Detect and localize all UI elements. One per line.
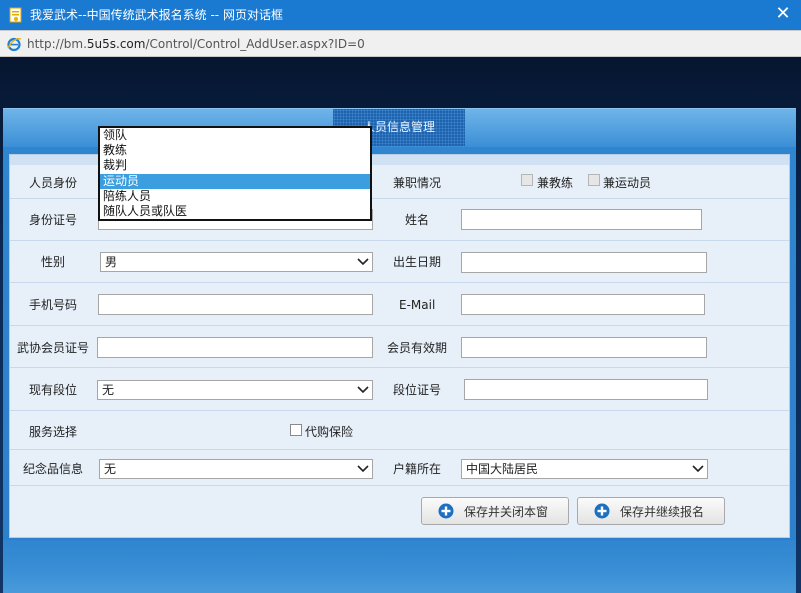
role-label: 人员身份 [29,176,77,190]
row-divider [10,449,789,450]
role-option[interactable]: 陪练人员 [100,189,370,204]
name-input[interactable] [461,209,702,230]
household-value: 中国大陆居民 [466,462,538,476]
role-option[interactable]: 随队人员或队医 [100,204,370,219]
chevron-down-icon [357,386,369,394]
role-option[interactable]: 领队 [100,128,370,143]
role-option[interactable]: 裁判 [100,158,370,173]
role-option[interactable]: 教练 [100,143,370,158]
row-divider [10,325,789,326]
save-close-label: 保存并关闭本窗 [464,505,548,519]
member-no-label: 武协会员证号 [17,341,89,355]
souvenir-value: 无 [104,462,116,476]
row-divider [10,282,789,283]
tab-label: 人员信息管理 [363,120,435,134]
plus-circle-icon [594,503,610,519]
phone-input[interactable] [98,294,373,315]
gender-select[interactable]: 男 [100,252,373,272]
role-dropdown-list[interactable]: 领队 教练 裁判 运动员 陪练人员 随队人员或队医 [98,126,372,221]
url-text: http://bm.5u5s.com/Control/Control_AddUs… [27,37,365,51]
plus-circle-icon [438,503,454,519]
rank-label: 现有段位 [29,383,77,397]
role-option-selected[interactable]: 运动员 [100,174,370,189]
birth-label: 出生日期 [393,255,441,269]
souvenir-label: 纪念品信息 [23,462,83,476]
member-expiry-input[interactable] [461,337,707,358]
service-label: 服务选择 [29,425,77,439]
row-divider [10,410,789,411]
parttime-coach-label: 兼教练 [537,176,573,190]
panel-bottom [3,540,796,593]
member-no-input[interactable] [97,337,373,358]
rank-select[interactable]: 无 [97,380,373,400]
save-continue-label: 保存并继续报名 [620,505,704,519]
household-select[interactable]: 中国大陆居民 [461,459,708,479]
window-title: 我爱武术--中国传统武术报名系统 -- 网页对话框 [30,8,283,22]
email-label: E-Mail [399,298,435,312]
save-continue-button[interactable]: 保存并继续报名 [577,497,725,525]
gender-value: 男 [105,255,117,269]
id-label: 身份证号 [29,213,77,227]
birth-date-input[interactable] [461,252,707,273]
parttime-athlete-checkbox[interactable] [588,174,600,186]
household-label: 户籍所在 [393,462,441,476]
gender-label: 性别 [41,255,65,269]
rank-cert-label: 段位证号 [393,383,441,397]
parttime-athlete-label: 兼运动员 [603,176,651,190]
email-input[interactable] [461,294,705,315]
page-icon [8,7,24,23]
window-titlebar: 我爱武术--中国传统武术报名系统 -- 网页对话框 ✕ [0,0,801,30]
url-prefix: http://bm. [27,37,87,51]
ie-icon [6,36,22,52]
insurance-checkbox[interactable] [290,424,302,436]
row-divider [10,367,789,368]
parttime-coach-checkbox[interactable] [521,174,533,186]
save-close-button[interactable]: 保存并关闭本窗 [421,497,569,525]
souvenir-select[interactable]: 无 [99,459,373,479]
row-divider [10,485,789,486]
url-path: /Control/Control_AddUser.aspx?ID=0 [145,37,364,51]
chevron-down-icon [357,465,369,473]
url-domain: 5u5s.com [87,37,146,51]
member-expiry-label: 会员有效期 [387,341,447,355]
insurance-label: 代购保险 [305,425,353,439]
rank-value: 无 [102,383,114,397]
address-bar: http://bm.5u5s.com/Control/Control_AddUs… [0,30,801,57]
parttime-label: 兼职情况 [393,176,441,190]
phone-label: 手机号码 [29,298,77,312]
name-label: 姓名 [405,213,429,227]
close-icon[interactable]: ✕ [773,4,793,24]
chevron-down-icon [692,465,704,473]
rank-cert-input[interactable] [464,379,708,400]
row-divider [10,240,789,241]
chevron-down-icon [357,258,369,266]
